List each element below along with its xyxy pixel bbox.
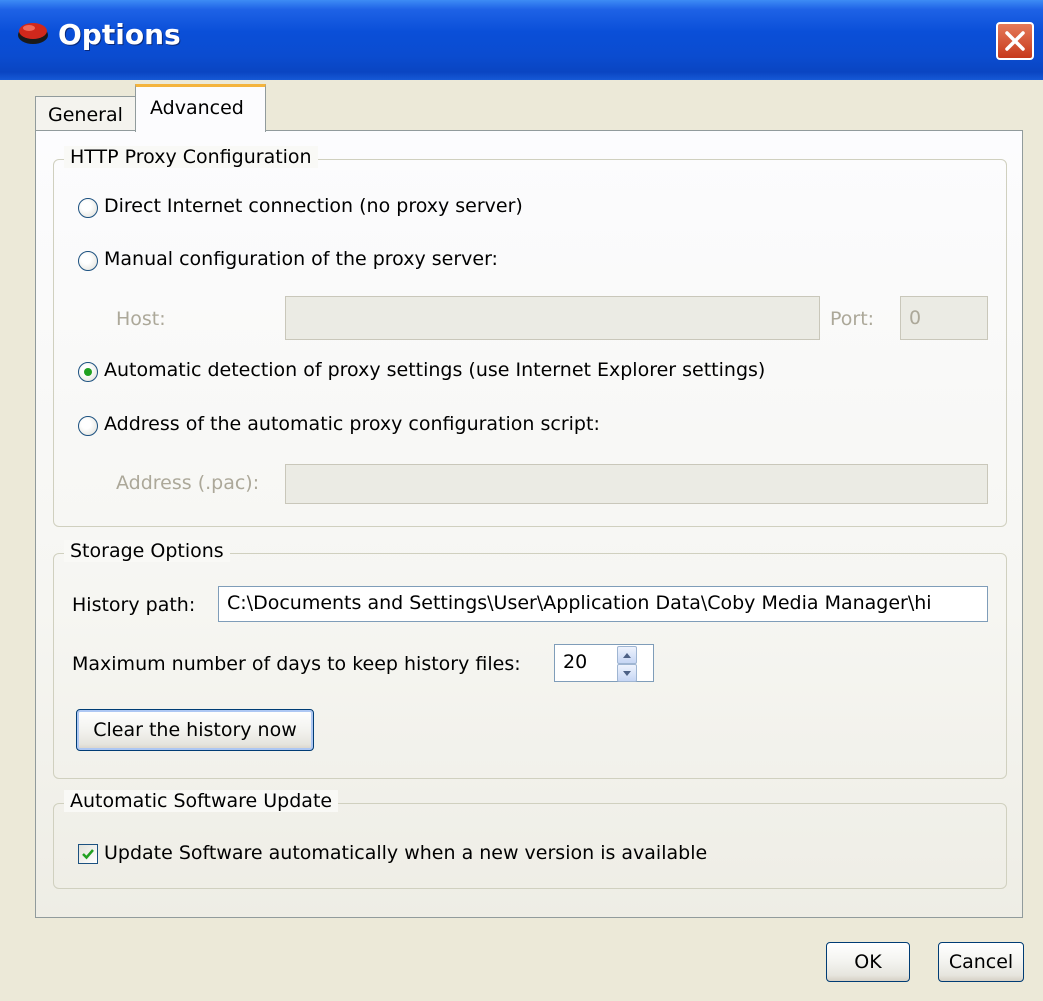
tab-advanced[interactable]: Advanced xyxy=(135,84,266,132)
proxy-group-legend: HTTP Proxy Configuration xyxy=(64,146,318,168)
radio-selected-dot xyxy=(84,368,92,376)
max-days-label: Maximum number of days to keep history f… xyxy=(72,653,521,675)
options-dialog: Options General Advanced HTTP Proxy Conf… xyxy=(0,0,1043,1001)
auto-update-label[interactable]: Update Software automatically when a new… xyxy=(104,842,707,864)
tab-general[interactable]: General xyxy=(35,96,137,130)
host-input[interactable] xyxy=(285,296,820,340)
auto-update-checkbox[interactable] xyxy=(78,844,98,864)
ok-button[interactable]: OK xyxy=(826,942,910,982)
pac-address-input[interactable] xyxy=(285,464,988,504)
radio-direct-connection[interactable] xyxy=(78,198,98,218)
spin-down-icon xyxy=(623,671,631,676)
port-label: Port: xyxy=(830,308,875,330)
advanced-panel: HTTP Proxy Configuration Direct Internet… xyxy=(35,130,1023,918)
close-button[interactable] xyxy=(996,22,1034,60)
title-bar[interactable]: Options xyxy=(0,0,1043,80)
history-path-label: History path: xyxy=(72,594,196,616)
proxy-group: HTTP Proxy Configuration Direct Internet… xyxy=(53,146,1007,527)
app-icon xyxy=(18,23,48,44)
radio-pac-script[interactable] xyxy=(78,416,98,436)
storage-group: Storage Options History path: C:\Documen… xyxy=(53,540,1007,779)
radio-manual-proxy-label[interactable]: Manual configuration of the proxy server… xyxy=(104,248,498,270)
radio-pac-script-label[interactable]: Address of the automatic proxy configura… xyxy=(104,413,600,435)
radio-manual-proxy[interactable] xyxy=(78,251,98,271)
address-label: Address (.pac): xyxy=(116,472,260,494)
history-path-input[interactable]: C:\Documents and Settings\User\Applicati… xyxy=(218,586,988,622)
window-title: Options xyxy=(58,18,181,51)
close-icon xyxy=(1005,31,1025,51)
max-days-input[interactable]: 20 xyxy=(554,644,654,682)
cancel-button[interactable]: Cancel xyxy=(938,942,1024,982)
radio-auto-detect-label[interactable]: Automatic detection of proxy settings (u… xyxy=(104,359,765,381)
radio-direct-connection-label[interactable]: Direct Internet connection (no proxy ser… xyxy=(104,195,523,217)
spin-up-icon xyxy=(623,653,631,658)
update-group: Automatic Software Update Update Softwar… xyxy=(53,790,1007,889)
update-group-legend: Automatic Software Update xyxy=(64,790,339,812)
port-input[interactable]: 0 xyxy=(900,296,988,340)
storage-group-legend: Storage Options xyxy=(64,540,230,562)
spin-up-button[interactable] xyxy=(617,646,637,664)
checkmark-icon xyxy=(82,849,94,860)
spin-down-button[interactable] xyxy=(617,664,637,682)
radio-auto-detect[interactable] xyxy=(78,362,98,382)
host-label: Host: xyxy=(116,308,166,330)
clear-history-button[interactable]: Clear the history now xyxy=(76,709,314,751)
